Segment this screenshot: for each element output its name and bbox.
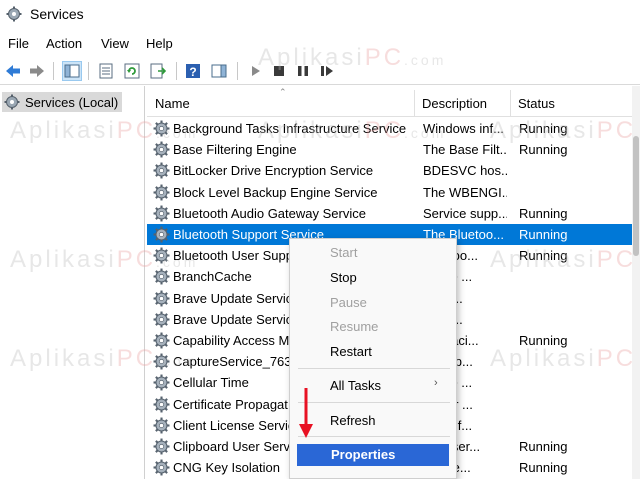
show-hide-console-tree-icon[interactable] (62, 61, 82, 81)
menu-file[interactable]: File (8, 36, 29, 51)
service-status: Running (519, 227, 568, 242)
menu-separator (298, 368, 450, 369)
service-name: Block Level Backup Engine Service (173, 184, 378, 200)
service-description: The WBENGI... (423, 184, 507, 200)
context-menu: Start Stop Pause Resume Restart All Task… (289, 238, 457, 479)
properties-sheet-icon[interactable] (96, 61, 116, 81)
service-gear-icon (153, 396, 170, 413)
table-row[interactable]: BitLocker Drive Encryption Service BDESVC… (147, 160, 640, 181)
service-status: Running (519, 205, 568, 221)
action-pane-icon[interactable] (209, 61, 229, 81)
column-description-label: Description (422, 95, 488, 111)
column-header-status[interactable]: Status (511, 90, 632, 116)
menu-item-refresh[interactable]: Refresh (330, 413, 376, 428)
service-gear-icon (153, 184, 170, 201)
title-bar: Services (0, 0, 640, 31)
watermark: AplikasiPC (490, 246, 637, 273)
sort-ascending-icon: ⌃ (279, 87, 287, 97)
service-gear-icon (153, 162, 170, 179)
service-gear-icon (153, 205, 170, 222)
watermark: AplikasiPC.com (258, 44, 447, 71)
column-status-label: Status (518, 95, 555, 111)
menu-item-stop[interactable]: Stop (330, 270, 357, 285)
services-gear-icon (6, 6, 22, 22)
menu-help[interactable]: Help (146, 36, 173, 51)
submenu-arrow-icon: › (434, 377, 438, 389)
refresh-icon[interactable] (122, 61, 142, 81)
window-title: Services (30, 6, 84, 22)
export-list-icon[interactable] (148, 61, 168, 81)
service-gear-icon (153, 226, 170, 243)
service-name: BitLocker Drive Encryption Service (173, 163, 374, 179)
menu-item-resume[interactable]: Resume (330, 319, 378, 334)
watermark: AplikasiPC.com (10, 117, 199, 144)
menu-item-restart[interactable]: Restart (330, 344, 372, 359)
service-gear-icon (153, 374, 170, 391)
column-header-description[interactable]: Description (415, 90, 511, 116)
annotation-arrow-icon (299, 388, 313, 438)
tree-item-label: Services (Local) (25, 94, 119, 110)
service-status: Running (519, 439, 568, 454)
service-status: Running (519, 460, 568, 476)
menu-action[interactable]: Action (46, 36, 82, 51)
service-name: Bluetooth Audio Gateway Service (173, 205, 366, 221)
menu-item-properties[interactable]: Properties (297, 444, 449, 466)
table-row[interactable]: Bluetooth Audio Gateway Service Service s… (147, 203, 640, 224)
menu-item-pause[interactable]: Pause (330, 295, 367, 310)
back-arrow-icon[interactable] (3, 61, 23, 81)
service-gear-icon (153, 290, 170, 307)
watermark: AplikasiPC (490, 117, 637, 144)
service-gear-icon (153, 311, 170, 328)
menu-separator (298, 436, 450, 437)
help-icon[interactable]: ? (183, 61, 203, 81)
watermark: AplikasiPC.com (258, 117, 447, 144)
service-gear-icon (153, 438, 170, 455)
menu-separator (298, 402, 450, 403)
scrollbar-thumb[interactable] (633, 136, 639, 256)
watermark: AplikasiPC.com (10, 345, 199, 372)
watermark: AplikasiPC.com (10, 246, 199, 273)
service-gear-icon (153, 417, 170, 434)
watermark: AplikasiPC (490, 345, 637, 372)
tree-item-services-local[interactable]: Services (Local) (2, 92, 123, 112)
forward-arrow-icon[interactable] (27, 61, 47, 81)
service-description: Service supp... (423, 205, 507, 221)
menu-item-properties-label: Properties (331, 447, 396, 462)
services-gear-icon (4, 94, 20, 110)
column-name-label: Name (155, 95, 190, 111)
menu-view[interactable]: View (101, 36, 129, 51)
service-gear-icon (153, 459, 170, 476)
svg-text:?: ? (189, 65, 196, 79)
service-description: BDESVC hos... (423, 163, 507, 179)
table-row[interactable]: Block Level Backup Engine Service The WBE… (147, 182, 640, 203)
menu-item-all-tasks[interactable]: All Tasks (330, 378, 381, 393)
menu-item-start[interactable]: Start (330, 245, 357, 260)
